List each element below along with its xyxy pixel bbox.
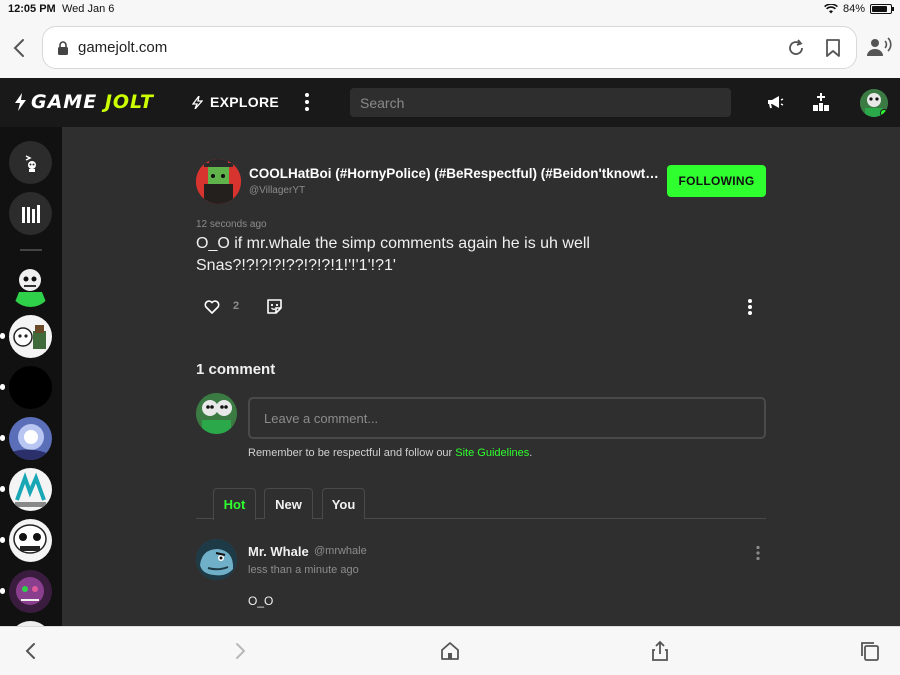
unread-indicator — [0, 588, 5, 594]
my-avatar-image — [196, 393, 237, 434]
status-right: 84% — [824, 3, 894, 15]
community-image — [9, 468, 52, 511]
explore-link[interactable]: EXPLORE — [192, 94, 279, 110]
guidelines-notice: Remember to be respectful and follow our… — [248, 447, 532, 459]
back-icon[interactable] — [20, 640, 42, 662]
logo-game: GAME — [31, 91, 98, 113]
search-input[interactable] — [350, 88, 731, 117]
comment-timestamp: less than a minute ago — [248, 564, 359, 576]
commenter-name[interactable]: Mr. Whale — [248, 544, 309, 559]
logo-jolt: JOLT — [104, 91, 154, 113]
sidebar-home-button[interactable] — [9, 141, 52, 184]
commenter-avatar-image — [196, 539, 237, 580]
status-time: 12:05 PM — [8, 3, 56, 15]
sidebar-library-button[interactable] — [9, 192, 52, 235]
reload-icon[interactable] — [786, 38, 806, 58]
my-avatar — [196, 393, 237, 434]
guidelines-end: . — [529, 447, 533, 459]
library-icon — [21, 204, 40, 223]
author-name[interactable]: COOLHatBoi (#HornyPolice) (#BeRespectful… — [249, 166, 659, 181]
following-button[interactable]: FOLLOWING — [667, 165, 766, 197]
guidelines-text: Remember to be respectful and follow our — [248, 447, 456, 459]
post-page: COOLHatBoi (#HornyPolice) (#BeRespectful… — [62, 127, 900, 626]
logo-wordmark: GAME JOLT — [31, 91, 154, 113]
status-bar: 12:05 PM Wed Jan 6 84% — [0, 0, 900, 20]
like-count[interactable]: 2 — [233, 300, 239, 312]
community-avatar[interactable] — [9, 315, 52, 358]
lock-icon — [58, 41, 68, 55]
status-date: Wed Jan 6 — [62, 3, 115, 15]
unread-indicator — [0, 537, 5, 543]
post-timestamp: 12 seconds ago — [196, 219, 267, 230]
reader-voice-icon[interactable] — [866, 36, 892, 58]
url-text: gamejolt.com — [78, 39, 168, 56]
battery-icon — [870, 4, 894, 14]
commenter-handle[interactable]: @mrwhale — [314, 545, 367, 557]
sidebar-divider — [20, 249, 42, 251]
address-bar[interactable]: gamejolt.com — [42, 26, 857, 69]
browser-bar: gamejolt.com — [0, 20, 900, 78]
community-image — [9, 417, 52, 460]
site-guidelines-link[interactable]: Site Guidelines — [455, 447, 529, 459]
quests-icon[interactable] — [811, 92, 831, 112]
heart-icon[interactable] — [204, 299, 220, 315]
wifi-icon — [824, 4, 838, 14]
community-image — [9, 315, 52, 358]
community-image — [9, 264, 52, 307]
gamejolt-logo[interactable]: GAME JOLT — [14, 91, 154, 113]
tab-you[interactable]: You — [322, 488, 365, 519]
explore-icon — [192, 95, 203, 109]
user-avatar[interactable] — [860, 89, 888, 117]
comments-count-heading: 1 comment — [196, 361, 276, 378]
online-status-dot — [880, 109, 888, 117]
more-menu-icon[interactable] — [302, 92, 312, 112]
post-more-icon[interactable] — [746, 298, 754, 316]
unread-indicator — [0, 435, 5, 441]
tab-hot[interactable]: Hot — [213, 488, 256, 520]
commenter-avatar[interactable] — [196, 539, 237, 580]
site-header: GAME JOLT EXPLORE — [0, 78, 900, 127]
community-image — [9, 570, 52, 613]
forward-icon[interactable] — [229, 640, 251, 662]
megaphone-icon[interactable] — [765, 92, 785, 112]
community-avatar[interactable] — [9, 570, 52, 613]
comment-body: O_O — [248, 594, 274, 608]
comment-input[interactable] — [248, 397, 766, 439]
home-icon[interactable] — [439, 640, 461, 662]
battery-percent: 84% — [842, 3, 865, 15]
post-body: O_O if mr.whale the simp comments again … — [196, 235, 590, 274]
left-sidebar — [0, 127, 62, 626]
community-image — [9, 519, 52, 562]
unread-indicator — [0, 333, 5, 339]
activity-icon — [25, 154, 36, 172]
bookmark-icon[interactable] — [824, 38, 842, 58]
tabs-icon[interactable] — [859, 640, 881, 662]
community-avatar[interactable] — [9, 366, 52, 409]
sticker-icon[interactable] — [266, 298, 283, 315]
author-handle[interactable]: @VillagerYT — [249, 185, 305, 196]
comment-more-icon[interactable] — [754, 545, 762, 561]
community-avatar[interactable] — [9, 417, 52, 460]
community-avatar[interactable] — [9, 468, 52, 511]
unread-indicator — [0, 486, 5, 492]
browser-toolbar — [0, 626, 900, 675]
bolt-icon — [15, 93, 26, 111]
share-icon[interactable] — [649, 640, 671, 662]
unread-indicator — [0, 384, 5, 390]
community-avatar[interactable] — [9, 264, 52, 307]
author-avatar[interactable] — [196, 159, 241, 204]
community-avatar[interactable] — [9, 519, 52, 562]
explore-label: EXPLORE — [210, 94, 280, 110]
author-avatar-image — [196, 159, 241, 204]
browser-back-icon[interactable] — [10, 37, 30, 59]
tab-new[interactable]: New — [264, 488, 313, 519]
